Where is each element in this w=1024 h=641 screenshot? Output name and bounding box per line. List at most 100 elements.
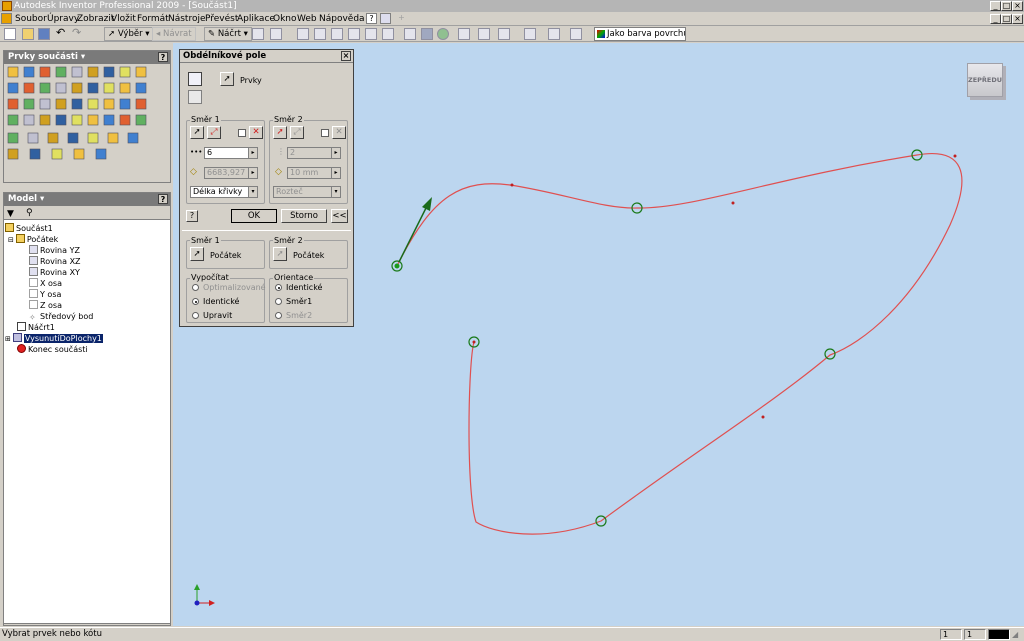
app-menu-icon[interactable] [1, 13, 12, 24]
back-button[interactable]: ◂ Návrat [152, 27, 196, 41]
dir2-flip-button[interactable]: ⤢ [290, 126, 304, 139]
feature-tool-icon[interactable] [135, 66, 147, 78]
maximize-button[interactable]: □ [1001, 1, 1012, 11]
view-cube[interactable]: ZEPŘEDU [967, 63, 1003, 97]
panel-help-icon[interactable]: ? [158, 52, 168, 62]
feature-tool-icon[interactable] [39, 98, 51, 110]
color-icon[interactable] [570, 28, 582, 40]
dir1-midplane-icon[interactable]: ✕ [249, 126, 263, 139]
dir1-length-field[interactable]: 6683,927 r ▸ [204, 167, 258, 179]
feature-tool-icon[interactable] [87, 66, 99, 78]
dir2-count-field[interactable]: 2 ▸ [287, 147, 341, 159]
feature-tool-icon[interactable] [103, 66, 115, 78]
work-feature-icon[interactable] [7, 132, 19, 144]
dir2-count-arrow[interactable]: ▸ [331, 148, 340, 158]
shadow-icon[interactable] [437, 28, 449, 40]
tree-node-plane-xz[interactable]: Rovina XZ [29, 256, 81, 267]
resize-grip-icon[interactable]: ◢ [1012, 629, 1018, 641]
pan-icon[interactable] [348, 28, 360, 40]
feature-tool-icon[interactable] [103, 82, 115, 94]
color-style-select[interactable]: Jako barva povrchu a [594, 27, 686, 41]
cancel-button[interactable]: Storno [281, 209, 327, 223]
play-icon[interactable] [548, 28, 560, 40]
start1-select-button[interactable]: ➚ [190, 247, 204, 261]
feature-tool-icon[interactable] [87, 82, 99, 94]
feature-tool-icon[interactable] [71, 82, 83, 94]
tree-node-end-of-part[interactable]: Konec součásti [17, 344, 88, 355]
doc-restore-button[interactable]: □ [1001, 14, 1012, 24]
open-icon[interactable] [22, 28, 34, 40]
feature-tool-icon[interactable] [71, 66, 83, 78]
work-feature-icon[interactable] [107, 132, 119, 144]
feature-tool-icon[interactable] [135, 98, 147, 110]
feature-tool-icon[interactable] [103, 114, 115, 126]
feature-tool-icon[interactable] [55, 114, 67, 126]
dialog-close-button[interactable]: × [341, 51, 351, 61]
measure-icon[interactable] [498, 28, 510, 40]
model-panel-header[interactable]: Model ▾? [4, 193, 170, 206]
orient-identical-radio[interactable]: Identické [275, 283, 322, 293]
features-panel-header[interactable]: Prvky součásti ▾? [4, 51, 170, 64]
tree-node-sketch[interactable]: Náčrt1 [17, 322, 55, 333]
dir2-path-select-button[interactable]: ➚ [273, 126, 287, 139]
feature-tool-icon[interactable] [55, 66, 67, 78]
work-feature-icon[interactable] [67, 132, 79, 144]
start-point[interactable] [394, 263, 400, 269]
dir2-midplane-checkbox[interactable] [321, 129, 329, 137]
dir1-path-select-button[interactable]: ➚ [190, 126, 204, 139]
orient-dir1-radio[interactable]: Směr1 [275, 297, 312, 307]
feature-tool-icon[interactable] [119, 82, 131, 94]
dir2-midplane-icon[interactable]: ✕ [332, 126, 346, 139]
features-mode-button[interactable] [188, 72, 202, 86]
model-help-icon[interactable]: ? [158, 194, 168, 204]
feature-tool-icon[interactable] [119, 66, 131, 78]
doc-close-button[interactable]: × [1012, 14, 1023, 24]
feature-tool-icon[interactable] [7, 98, 19, 110]
dir2-mode-select[interactable]: Rozteč ▾ [273, 186, 341, 198]
compute-optimized-radio[interactable]: Optimalizované [192, 283, 266, 293]
section-icon[interactable] [478, 28, 490, 40]
menu-web[interactable]: Web [295, 13, 319, 25]
utility-tool-icon[interactable] [7, 148, 19, 160]
dir1-length-arrow[interactable]: ▸ [248, 168, 257, 178]
feature-tool-grid[interactable] [4, 65, 170, 183]
feature-tool-icon[interactable] [23, 82, 35, 94]
utility-tool-icon[interactable] [95, 148, 107, 160]
feature-tool-icon[interactable] [7, 66, 19, 78]
menu-napoveda[interactable]: Nápověda [317, 13, 367, 25]
dir1-flip-button[interactable]: ⤢ [207, 126, 221, 139]
tree-node-axis-z[interactable]: Z osa [29, 300, 62, 311]
orbit-icon[interactable] [382, 28, 394, 40]
feature-tool-icon[interactable] [71, 98, 83, 110]
features-select-button[interactable]: ➚ [220, 72, 234, 86]
dir1-count-field[interactable]: 6 ▸ [204, 147, 258, 159]
feature-tool-icon[interactable] [23, 98, 35, 110]
tree-node-center-point[interactable]: ✧ Středový bod [29, 311, 93, 323]
dir2-spacing-arrow[interactable]: ▸ [331, 168, 340, 178]
orient-dir2-radio[interactable]: Směr2 [275, 311, 312, 321]
feature-tool-icon[interactable] [135, 114, 147, 126]
utility-tool-icon[interactable] [73, 148, 85, 160]
feature-tool-icon[interactable] [71, 114, 83, 126]
filter-icon[interactable]: ▼ [7, 209, 14, 219]
dir1-mode-arrow[interactable]: ▾ [248, 187, 257, 197]
tree-node-part[interactable]: Součást1 [5, 223, 53, 234]
sketch-tool-icon[interactable] [252, 28, 264, 40]
feature-tool-icon[interactable] [55, 82, 67, 94]
more-button[interactable]: << [331, 209, 348, 223]
dir1-mode-select[interactable]: Délka křivky ▾ [190, 186, 258, 198]
help-icon[interactable]: ? [366, 13, 377, 24]
tree-node-plane-yz[interactable]: Rovina YZ [29, 245, 80, 256]
direction-arrow-icon[interactable] [398, 197, 432, 263]
work-feature-icon[interactable] [127, 132, 139, 144]
zoom-icon[interactable] [331, 28, 343, 40]
feature-tool-icon[interactable] [87, 114, 99, 126]
pattern-occurrence-markers[interactable] [391, 149, 923, 527]
feature-tool-icon[interactable] [87, 98, 99, 110]
dialog-title-bar[interactable]: Obdélníkové pole × [180, 50, 353, 63]
tree-node-axis-x[interactable]: X osa [29, 278, 62, 289]
spline-curve[interactable] [396, 153, 963, 535]
work-feature-icon[interactable] [47, 132, 59, 144]
display-mode-icon[interactable] [421, 28, 433, 40]
start2-select-button[interactable]: ➚ [273, 247, 287, 261]
